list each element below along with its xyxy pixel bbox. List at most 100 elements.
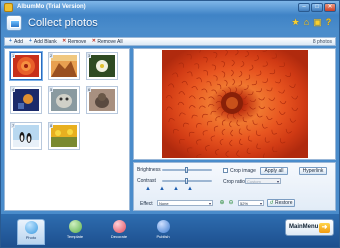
title-bar[interactable]: AlbumMo (Trial Version) – □ ✕ — [1, 1, 339, 14]
thumbnail-number: 6 — [87, 87, 92, 92]
thumbnail-image — [13, 55, 39, 77]
add-label: Add — [14, 38, 23, 45]
publish-icon — [156, 220, 170, 233]
nav-photo[interactable]: Photo — [17, 219, 45, 245]
app-window: AlbumMo (Trial Version) – □ ✕ Collect ph… — [0, 0, 340, 248]
thumbnail-image — [51, 125, 77, 147]
minimize-button[interactable]: – — [298, 3, 310, 12]
thumbnail-number: 7 — [11, 123, 16, 128]
thumbnail-number: 5 — [49, 87, 54, 92]
add-blank-icon: + — [28, 38, 32, 44]
add-blank-label: Add Blank — [33, 38, 57, 45]
photo-thumbnail[interactable]: 5 — [48, 86, 80, 114]
thumbnail-number: 8 — [49, 123, 54, 128]
crop-ratio-select[interactable]: Custom ▾ — [245, 178, 281, 184]
thumbnail-image — [89, 55, 115, 77]
star-icon[interactable]: ★ — [291, 17, 300, 28]
thumbnail-number: 3 — [87, 53, 92, 58]
nav-decorate[interactable]: Decorate — [105, 219, 133, 245]
nav-template-label: Template — [66, 234, 84, 239]
photo-icon — [24, 221, 38, 234]
zoom-select[interactable]: 52% ▾ — [238, 200, 264, 206]
template-icon — [68, 220, 82, 233]
main-menu-button[interactable]: MainMenu ➜ — [285, 219, 334, 236]
effect-select[interactable]: None ▾ — [157, 200, 213, 206]
thumbnail-number: 1 — [11, 53, 16, 58]
zoom-out-icon[interactable]: ⊖ — [228, 200, 234, 206]
remove-icon: ✕ — [62, 38, 67, 44]
remove-all-button[interactable]: ✕ Remove All — [91, 38, 123, 45]
close-button[interactable]: ✕ — [324, 3, 336, 12]
nav-decorate-label: Decorate — [110, 234, 128, 239]
home-icon[interactable]: ⌂ — [302, 17, 311, 28]
brightness-slider[interactable] — [162, 167, 212, 173]
lock-icon[interactable]: ▣ — [313, 17, 322, 28]
remove-all-label: Remove All — [97, 38, 123, 45]
photo-controls: Brightness Contrast ▲ ▲ ▲ ▲ Crop image A… — [133, 162, 336, 211]
thumbnail-image — [51, 55, 77, 77]
remove-label: Remove — [67, 38, 87, 45]
restore-button[interactable]: ↺ Restore — [267, 199, 295, 207]
preview-image — [162, 50, 308, 158]
contrast-label: Contrast — [137, 178, 156, 184]
window-controls: – □ ✕ — [298, 3, 336, 12]
thumbnail-number: 4 — [11, 87, 16, 92]
header-icons: ★ ⌂ ▣ ? — [291, 17, 333, 28]
page-header: Collect photos ★ ⌂ ▣ ? — [1, 14, 339, 34]
thumbnail-panel: 1 2 3 4 5 6 7 8 — [4, 48, 130, 211]
thumbnail-image — [13, 89, 39, 111]
photo-thumbnail[interactable]: 4 — [10, 86, 42, 114]
hyperlink-button[interactable]: Hyperlink — [299, 167, 327, 175]
photo-thumbnail[interactable]: 3 — [86, 52, 118, 80]
brightness-label: Brightness — [137, 167, 161, 173]
window-title: AlbumMo (Trial Version) — [17, 4, 86, 10]
chevron-down-icon: ▾ — [259, 201, 262, 206]
photo-count: 8 photos — [312, 38, 332, 45]
page-title: Collect photos — [28, 17, 98, 29]
add-icon: + — [9, 38, 12, 44]
effect-label: Effect — [140, 201, 153, 207]
add-blank-button[interactable]: + Add Blank — [28, 39, 57, 45]
photo-toolbar: + Add + Add Blank ✕ Remove ✕ Remove All … — [4, 37, 336, 46]
zoom-in-icon[interactable]: ⊕ — [219, 200, 225, 206]
photo-thumbnail[interactable]: 2 — [48, 52, 80, 80]
photo-thumbnail[interactable]: 6 — [86, 86, 118, 114]
remove-button[interactable]: ✕ Remove — [62, 38, 87, 45]
photo-thumbnail[interactable]: 8 — [48, 122, 80, 150]
contrast-slider[interactable] — [162, 178, 212, 184]
crop-image-checkbox[interactable] — [223, 168, 228, 173]
apply-all-button[interactable]: Apply all — [260, 167, 288, 175]
rotate-left-icon[interactable]: ▲ — [145, 186, 151, 192]
flip-horizontal-icon[interactable]: ▲ — [173, 186, 179, 192]
bottom-navigation: Photo Template Decorate Publish MainMenu… — [1, 214, 339, 247]
help-icon[interactable]: ? — [324, 17, 333, 28]
rotate-right-icon[interactable]: ▲ — [159, 186, 165, 192]
maximize-button[interactable]: □ — [311, 3, 323, 12]
photo-thumbnail[interactable]: 7 — [10, 122, 42, 150]
brightness-slider-handle[interactable] — [185, 167, 188, 173]
restore-label: Restore — [275, 200, 293, 206]
flip-vertical-icon[interactable]: ▲ — [187, 186, 193, 192]
photo-preview — [133, 48, 336, 160]
nav-photo-label: Photo — [25, 235, 37, 240]
photo-thumbnail[interactable]: 1 — [10, 52, 42, 80]
add-button[interactable]: + Add — [8, 39, 23, 45]
thumbnail-image — [51, 89, 77, 111]
collect-photos-icon — [6, 15, 22, 31]
decorate-icon — [112, 220, 126, 233]
app-logo-icon — [4, 3, 13, 12]
remove-all-icon: ✕ — [91, 38, 96, 44]
chevron-down-icon: ▾ — [276, 179, 279, 184]
chevron-down-icon: ▾ — [208, 201, 211, 206]
nav-template[interactable]: Template — [61, 219, 89, 245]
thumbnail-image — [13, 125, 39, 147]
contrast-slider-handle[interactable] — [185, 178, 188, 184]
crop-ratio-label: Crop ratio — [223, 179, 245, 185]
arrow-right-icon: ➜ — [319, 223, 330, 233]
main-menu-label: MainMenu — [289, 224, 319, 230]
restore-icon: ↺ — [269, 200, 274, 206]
thumbnail-number: 2 — [49, 53, 54, 58]
nav-publish[interactable]: Publish — [149, 219, 177, 245]
zoom-value: 52% — [240, 201, 249, 206]
effect-value: None — [159, 201, 169, 206]
